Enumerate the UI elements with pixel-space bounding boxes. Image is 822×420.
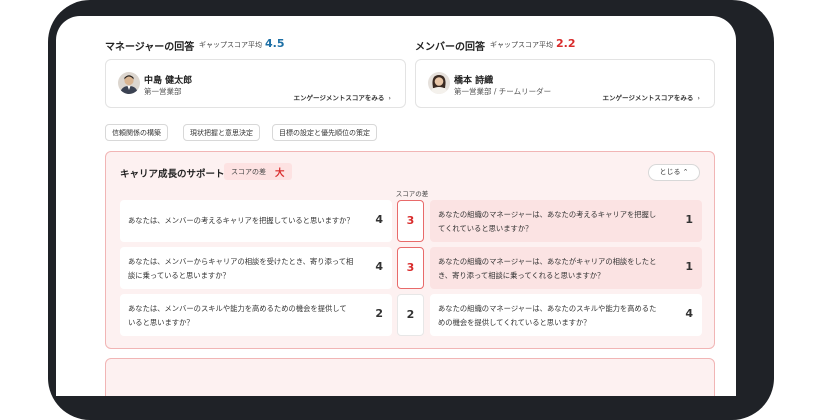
score-diff-value: 大 bbox=[275, 168, 285, 179]
member-profile-card: 橋本 詩織 第一営業部 / チームリーダー エンゲージメントスコアをみる › bbox=[415, 59, 715, 108]
member-question-text: あなたの組織のマネージャーは、あなたがキャリアの相談をしたと き、寄り添って相談に… bbox=[438, 257, 657, 280]
manager-avatar bbox=[118, 72, 140, 94]
member-engagement-link[interactable]: エンゲージメントスコアをみる › bbox=[603, 92, 700, 102]
member-gap-score: 2.2 bbox=[556, 37, 576, 50]
manager-question-row: あなたは、メンバーのスキルや能力を高めるための機会を提供して いると思いますか？ … bbox=[120, 294, 392, 336]
member-question-score: 1 bbox=[685, 213, 693, 226]
manager-department: 第一営業部 bbox=[144, 87, 182, 96]
manager-engagement-link[interactable]: エンゲージメントスコアをみる › bbox=[294, 92, 391, 102]
member-question-text: あなたの組織のマネージャーは、あなたのスキルや能力を高めるた めの機会を提供してく… bbox=[438, 304, 657, 327]
member-question-row: あなたの組織のマネージャーは、あなたがキャリアの相談をしたと き、寄り添って相談に… bbox=[430, 247, 702, 289]
chevron-right-icon: › bbox=[697, 94, 700, 102]
manager-question-row: あなたは、メンバーからキャリアの相談を受けたとき、寄り添って相 談に乗っていると思… bbox=[120, 247, 392, 289]
member-question-row: あなたの組織のマネージャーは、あなたのスキルや能力を高めるた めの機会を提供してく… bbox=[430, 294, 702, 336]
category-panel: キャリア成長のサポート スコアの差 大 とじる ⌃ スコアの差 あなたは、メンバ… bbox=[105, 151, 715, 349]
next-category-panel bbox=[105, 358, 715, 396]
manager-engagement-link-label: エンゲージメントスコアをみる bbox=[293, 94, 385, 102]
score-diff-cell: 2 bbox=[397, 294, 424, 336]
score-diff-badge: スコアの差 大 bbox=[224, 163, 292, 180]
tag-goal-priority[interactable]: 目標の設定と優先順位の策定 bbox=[272, 124, 377, 141]
score-diff-label: スコアの差 bbox=[231, 168, 266, 176]
manager-section-title: マネージャーの回答 bbox=[105, 42, 195, 53]
member-name: 橋本 詩織 bbox=[454, 76, 494, 86]
manager-question-row: あなたは、メンバーの考えるキャリアを把握していると思いますか？ 4 bbox=[120, 200, 392, 242]
manager-question-score: 2 bbox=[375, 307, 383, 320]
member-question-score: 1 bbox=[685, 260, 693, 273]
manager-question-text: あなたは、メンバーからキャリアの相談を受けたとき、寄り添って相 談に乗っていると思… bbox=[128, 257, 354, 280]
score-diff-cell: 3 bbox=[397, 247, 424, 289]
manager-question-score: 4 bbox=[375, 213, 383, 226]
member-gap-label: ギャップスコア平均 bbox=[490, 41, 553, 49]
member-engagement-link-label: エンゲージメントスコアをみる bbox=[602, 94, 694, 102]
member-section-title: メンバーの回答 bbox=[415, 42, 485, 53]
manager-question-text: あなたは、メンバーのスキルや能力を高めるための機会を提供して いると思いますか？ bbox=[128, 304, 347, 327]
manager-question-text: あなたは、メンバーの考えるキャリアを把握していると思いますか？ bbox=[128, 216, 354, 225]
chevron-right-icon: › bbox=[388, 94, 391, 102]
score-diff-cell: 3 bbox=[397, 200, 424, 242]
tag-trust-building[interactable]: 信頼関係の構築 bbox=[105, 124, 168, 141]
tag-situation-decision[interactable]: 現状把握と意思決定 bbox=[183, 124, 260, 141]
category-title: キャリア成長のサポート bbox=[120, 169, 225, 180]
manager-profile-card: 中島 健太郎 第一営業部 エンゲージメントスコアをみる › bbox=[105, 59, 406, 108]
manager-name: 中島 健太郎 bbox=[144, 76, 193, 86]
score-diff-column-header: スコアの差 bbox=[395, 190, 429, 198]
screen: マネージャーの回答 ギャップスコア平均 4.5 メンバーの回答 ギャップスコア平… bbox=[56, 16, 736, 396]
manager-question-score: 4 bbox=[375, 260, 383, 273]
member-question-text: あなたの組織のマネージャーは、あなたの考えるキャリアを把握し てくれていると思いま… bbox=[438, 210, 657, 233]
member-avatar bbox=[428, 72, 450, 94]
member-question-score: 4 bbox=[685, 307, 693, 320]
member-question-row: あなたの組織のマネージャーは、あなたの考えるキャリアを把握し てくれていると思いま… bbox=[430, 200, 702, 242]
member-department: 第一営業部 / チームリーダー bbox=[454, 87, 552, 96]
manager-gap-score: 4.5 bbox=[265, 37, 285, 50]
collapse-button[interactable]: とじる ⌃ bbox=[648, 164, 700, 181]
manager-gap-label: ギャップスコア平均 bbox=[199, 41, 262, 49]
